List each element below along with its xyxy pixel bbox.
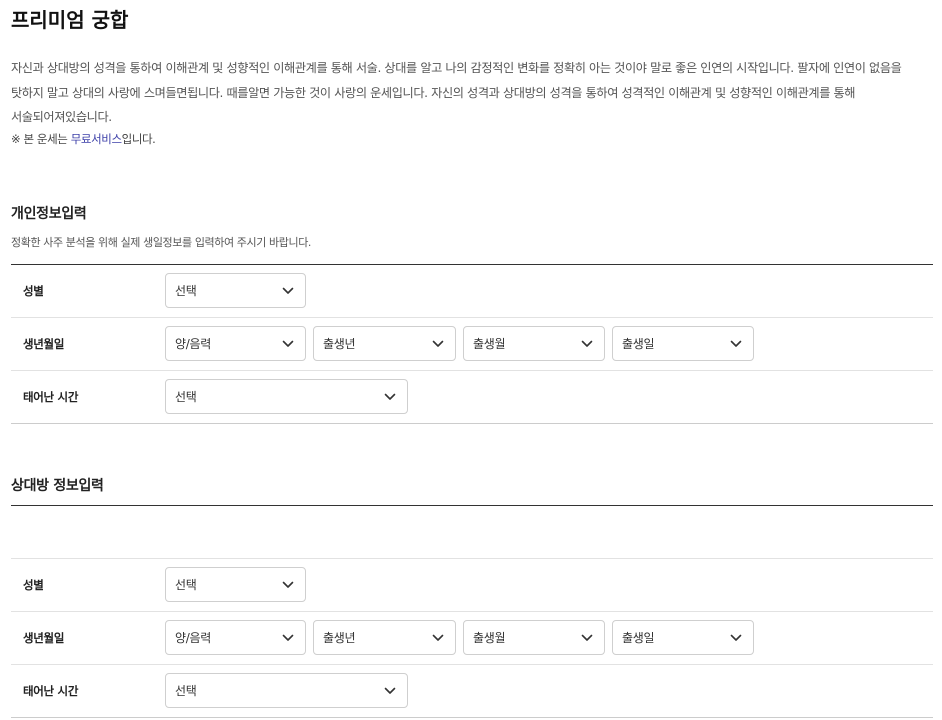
chevron-down-icon xyxy=(581,634,593,642)
my-birth-year-select[interactable]: 출생년 xyxy=(313,326,456,361)
chevron-down-icon xyxy=(282,581,294,589)
my-birth-month-select[interactable]: 출생월 xyxy=(463,326,605,361)
my-birth-day-select[interactable]: 출생일 xyxy=(612,326,754,361)
my-birth-time-value: 선택 xyxy=(175,390,197,404)
partner-birth-month-value: 출생월 xyxy=(473,631,506,645)
partner-birth-day-value: 출생일 xyxy=(622,631,655,645)
chevron-down-icon xyxy=(384,687,396,695)
notice-prefix: ※ 본 운세는 xyxy=(11,132,71,146)
my-time-row: 태어난 시간 선택 xyxy=(11,371,933,424)
page-description: 자신과 상대방의 성격을 통하여 이해관계 및 성향적인 이해관계를 통해 서술… xyxy=(11,61,902,124)
my-gender-value: 선택 xyxy=(175,284,197,298)
page-title: 프리미엄 궁합 xyxy=(11,8,129,32)
my-birth-row: 생년월일 양/음력 출생년 출생월 출생일 xyxy=(11,318,933,371)
my-birth-month-value: 출생월 xyxy=(473,337,506,351)
my-time-label: 태어난 시간 xyxy=(23,390,79,404)
chevron-down-icon xyxy=(282,287,294,295)
partner-birth-time-value: 선택 xyxy=(175,684,197,698)
partner-birth-label: 생년월일 xyxy=(23,631,65,645)
partner-gender-row: 성별 선택 xyxy=(11,559,933,612)
partner-calendar-select[interactable]: 양/음력 xyxy=(165,620,306,655)
partner-form-spacer xyxy=(11,506,933,559)
partner-birth-row: 생년월일 양/음력 출생년 출생월 출생일 xyxy=(11,612,933,665)
my-calendar-value: 양/음력 xyxy=(175,337,211,351)
service-notice: ※ 본 운세는 무료서비스입니다. xyxy=(11,131,156,147)
chevron-down-icon xyxy=(432,634,444,642)
partner-info-title: 상대방 정보입력 xyxy=(11,478,104,494)
partner-gender-select[interactable]: 선택 xyxy=(165,567,306,602)
chevron-down-icon xyxy=(432,340,444,348)
my-gender-row: 성별 선택 xyxy=(11,265,933,318)
my-birth-time-select[interactable]: 선택 xyxy=(165,379,408,414)
partner-gender-value: 선택 xyxy=(175,578,197,592)
my-birth-year-value: 출생년 xyxy=(323,337,356,351)
partner-birth-month-select[interactable]: 출생월 xyxy=(463,620,605,655)
partner-time-label: 태어난 시간 xyxy=(23,684,79,698)
partner-birth-day-select[interactable]: 출생일 xyxy=(612,620,754,655)
free-service-link[interactable]: 무료서비스 xyxy=(71,132,122,146)
chevron-down-icon xyxy=(730,340,742,348)
my-info-description: 정확한 사주 분석을 위해 실제 생일정보를 입력하여 주시기 바랍니다. xyxy=(11,236,312,249)
partner-time-row: 태어난 시간 선택 xyxy=(11,665,933,718)
partner-birth-time-select[interactable]: 선택 xyxy=(165,673,408,708)
my-gender-select[interactable]: 선택 xyxy=(165,273,306,308)
my-info-title: 개인정보입력 xyxy=(11,206,87,222)
partner-birth-year-select[interactable]: 출생년 xyxy=(313,620,456,655)
my-birth-label: 생년월일 xyxy=(23,337,65,351)
partner-info-form: 성별 선택 생년월일 양/음력 출생년 출생월 출생일 태어난 시간 선택 xyxy=(11,505,933,718)
partner-gender-label: 성별 xyxy=(23,578,44,592)
my-calendar-select[interactable]: 양/음력 xyxy=(165,326,306,361)
my-info-form: 성별 선택 생년월일 양/음력 출생년 출생월 출생일 태어난 시간 선택 xyxy=(11,264,933,424)
partner-birth-year-value: 출생년 xyxy=(323,631,356,645)
partner-calendar-value: 양/음력 xyxy=(175,631,211,645)
my-birth-day-value: 출생일 xyxy=(622,337,655,351)
chevron-down-icon xyxy=(384,393,396,401)
chevron-down-icon xyxy=(282,340,294,348)
my-gender-label: 성별 xyxy=(23,284,44,298)
notice-suffix: 입니다. xyxy=(121,132,156,146)
chevron-down-icon xyxy=(581,340,593,348)
chevron-down-icon xyxy=(730,634,742,642)
chevron-down-icon xyxy=(282,634,294,642)
